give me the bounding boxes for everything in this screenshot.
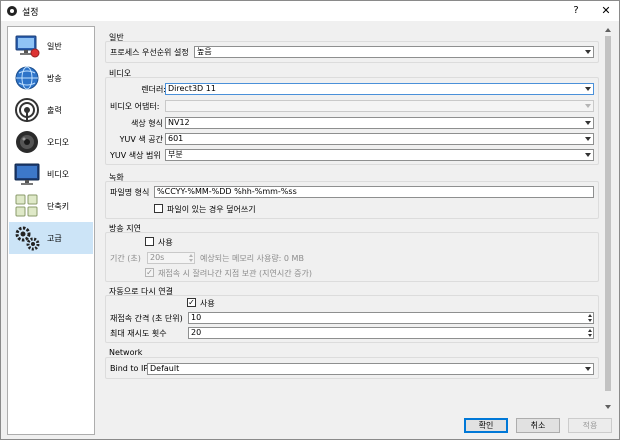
settings-sidebar: 일반 방송 출력 오디오 비디오 단축키 고급: [7, 26, 95, 435]
scroll-down-icon[interactable]: [605, 405, 611, 409]
max-retries-label: 최대 재시도 횟수: [110, 329, 167, 338]
sidebar-item-label: 방송: [47, 74, 62, 83]
scroll-thumb[interactable]: [605, 36, 611, 391]
sidebar-item-audio[interactable]: 오디오: [9, 126, 93, 158]
ok-button[interactable]: 확인: [464, 418, 508, 433]
overwrite-checkbox[interactable]: [154, 204, 163, 213]
process-priority-select[interactable]: 높음: [194, 46, 594, 58]
spin-up-icon[interactable]: [588, 314, 592, 317]
help-button[interactable]: ?: [567, 2, 585, 20]
video-adapter-select[interactable]: [165, 100, 594, 112]
sidebar-item-advanced[interactable]: 고급: [9, 222, 93, 254]
duration-label: 기간 (초): [110, 254, 141, 263]
close-button[interactable]: ✕: [597, 2, 615, 20]
settings-content: 일반 프로세스 우선순위 설정 높음 비디오 렌더러: Direct3D 11 …: [101, 26, 603, 411]
chevron-down-icon[interactable]: [585, 137, 591, 141]
video-adapter-label: 비디오 어댑터:: [110, 102, 160, 111]
color-format-select[interactable]: NV12: [165, 117, 594, 129]
max-retries-spinbox[interactable]: 20: [188, 327, 594, 339]
yuv-color-range-label: YUV 색상 범위: [110, 151, 161, 160]
settings-window: 설정 ? ✕ 일반 방송 출력 오디오 비디오 단축키 고급 일반 프로세스 우…: [0, 0, 620, 440]
yuv-color-range-select[interactable]: 부분: [165, 149, 594, 161]
filename-format-label: 파일명 형식: [110, 188, 150, 197]
group-reconnect: ✓ 사용 재접속 간격 (초 단위) 10 최대 재시도 횟수 20: [105, 295, 599, 343]
duration-spinbox[interactable]: 20s: [147, 252, 195, 264]
renderer-label: 렌더러:: [141, 85, 166, 94]
group-general: 프로세스 우선순위 설정 높음: [105, 41, 599, 63]
sidebar-item-video[interactable]: 비디오: [9, 158, 93, 190]
stream-delay-enable-label: 사용: [158, 238, 173, 247]
chevron-down-icon[interactable]: [585, 104, 591, 108]
section-title-network: Network: [109, 348, 143, 357]
group-network: Bind to IP Default: [105, 357, 599, 379]
spin-down-icon[interactable]: [588, 334, 592, 337]
reconnect-enable-label: 사용: [200, 299, 215, 308]
window-title: 설정: [22, 8, 39, 18]
chevron-down-icon[interactable]: [585, 153, 591, 157]
content-scrollbar[interactable]: [603, 26, 613, 411]
sidebar-item-label: 비디오: [47, 170, 70, 179]
chevron-down-icon[interactable]: [585, 87, 591, 91]
sidebar-item-stream[interactable]: 방송: [9, 62, 93, 94]
color-format-label: 색상 형식: [131, 119, 163, 128]
spin-up-icon[interactable]: [588, 329, 592, 332]
bind-ip-label: Bind to IP: [110, 364, 149, 373]
renderer-select[interactable]: Direct3D 11: [165, 83, 594, 95]
sidebar-item-label: 단축키: [47, 202, 70, 211]
sidebar-item-label: 고급: [47, 234, 62, 243]
sidebar-item-general[interactable]: 일반: [9, 30, 93, 62]
filename-format-input[interactable]: %CCYY-%MM-%DD %hh-%mm-%ss: [154, 186, 594, 198]
sidebar-item-label: 출력: [47, 106, 62, 115]
process-priority-label: 프로세스 우선순위 설정: [110, 48, 189, 57]
cancel-button[interactable]: 취소: [516, 418, 560, 433]
reconnect-enable-checkbox[interactable]: ✓: [187, 298, 196, 307]
overwrite-label: 파일이 있는 경우 덮어쓰기: [167, 205, 256, 214]
spin-down-icon[interactable]: [189, 259, 193, 262]
scroll-up-icon[interactable]: [605, 28, 611, 32]
group-video: 렌더러: Direct3D 11 비디오 어댑터: 색상 형식 NV12 YUV…: [105, 77, 599, 165]
display-icon: [14, 163, 40, 185]
monitor-network-icon: [15, 35, 40, 58]
preserve-cutoff-checkbox[interactable]: ✓: [145, 268, 154, 277]
group-stream-delay: 사용 기간 (초) 20s 예상되는 메모리 사용량: 0 MB ✓ 재접속 시…: [105, 232, 599, 282]
chevron-down-icon[interactable]: [585, 367, 591, 371]
retry-delay-label: 재접속 간격 (초 단위): [110, 314, 183, 323]
group-recording: 파일명 형식 %CCYY-%MM-%DD %hh-%mm-%ss 파일이 있는 …: [105, 181, 599, 219]
sidebar-item-label: 오디오: [47, 138, 70, 147]
chevron-down-icon[interactable]: [585, 121, 591, 125]
sidebar-item-hotkeys[interactable]: 단축키: [9, 190, 93, 222]
output-signal-icon: [15, 98, 39, 122]
sidebar-item-label: 일반: [47, 42, 62, 51]
speaker-icon: [16, 131, 38, 153]
yuv-color-space-select[interactable]: 601: [165, 133, 594, 145]
stream-delay-enable-checkbox[interactable]: [145, 237, 154, 246]
preserve-cutoff-label: 재접속 시 잘려나간 지점 보관 (지연시간 증가): [158, 269, 312, 278]
sidebar-item-output[interactable]: 출력: [9, 94, 93, 126]
chevron-down-icon[interactable]: [585, 50, 591, 54]
spin-down-icon[interactable]: [588, 319, 592, 322]
gears-icon: [15, 226, 40, 251]
obs-logo-icon: [7, 6, 17, 16]
title-bar: 설정 ? ✕: [1, 1, 619, 21]
keyboard-icon: [15, 194, 38, 217]
retry-delay-spinbox[interactable]: 10: [188, 312, 594, 324]
broadcast-globe-icon: [15, 66, 39, 90]
bind-ip-select[interactable]: Default: [147, 363, 594, 375]
spin-up-icon[interactable]: [189, 254, 193, 257]
yuv-color-space-label: YUV 색 공간: [119, 135, 163, 144]
apply-button[interactable]: 적용: [568, 418, 612, 433]
memory-estimate-label: 예상되는 메모리 사용량: 0 MB: [200, 254, 304, 263]
